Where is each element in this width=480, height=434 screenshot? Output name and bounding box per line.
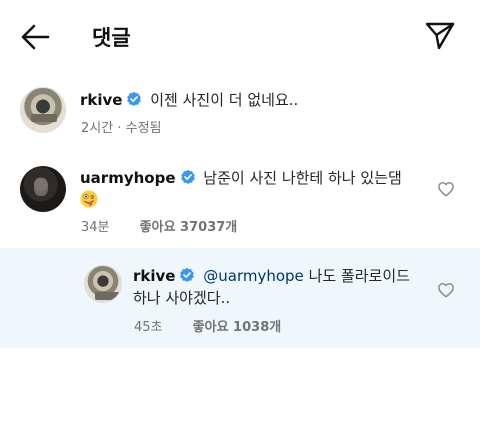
arrow-left-icon: [21, 24, 50, 50]
caption-body: 이젠 사진이 더 없네요..: [150, 91, 299, 109]
zany-face-emoji-icon: [80, 190, 98, 208]
verified-badge-icon: [180, 169, 195, 184]
username[interactable]: rkive: [133, 267, 175, 285]
like-button[interactable]: [437, 180, 455, 198]
reply-text: rkive @uarmyhope 나도 폴라로이드 하나 사야겠다..: [133, 265, 433, 309]
avatar[interactable]: [20, 166, 66, 212]
comment-text: uarmyhope 남준이 사진 나한테 하나 있는댐: [80, 167, 425, 211]
heart-icon: [438, 282, 454, 298]
page-title: 댓글: [92, 26, 131, 50]
header-bar: 댓글: [0, 0, 480, 72]
comment-body: 남준이 사진 나한테 하나 있는댐: [203, 169, 402, 187]
mention-link[interactable]: @uarmyhope: [203, 267, 304, 285]
heart-icon: [438, 181, 454, 197]
comment-meta: 34분 좋아요 37037개: [81, 216, 237, 235]
username[interactable]: uarmyhope: [80, 169, 176, 187]
timestamp: 34분: [81, 220, 110, 235]
likes-count[interactable]: 좋아요 1038개: [193, 320, 282, 335]
username[interactable]: rkive: [80, 91, 122, 109]
caption-text: rkive 이젠 사진이 더 없네요..: [80, 89, 440, 111]
reply-body-line2: 하나 사야겠다..: [133, 289, 231, 307]
caption-meta: 2시간 · 수정됨: [81, 117, 162, 136]
verified-badge-icon: [180, 267, 195, 282]
likes-count[interactable]: 좋아요 37037개: [140, 220, 238, 235]
avatar[interactable]: [84, 265, 122, 303]
verified-badge-icon: [127, 91, 142, 106]
reply-meta: 45초 좋아요 1038개: [134, 316, 281, 335]
avatar[interactable]: [20, 87, 66, 133]
timestamp: 45초: [134, 320, 163, 335]
edited-label: 수정됨: [125, 121, 162, 136]
share-button[interactable]: [424, 20, 456, 52]
separator: ·: [117, 121, 122, 136]
like-button[interactable]: [437, 281, 455, 299]
timestamp: 2시간: [81, 121, 114, 136]
back-button[interactable]: [18, 22, 52, 52]
paper-plane-icon: [425, 22, 455, 50]
reply-body-line1: 나도 폴라로이드: [308, 267, 410, 285]
